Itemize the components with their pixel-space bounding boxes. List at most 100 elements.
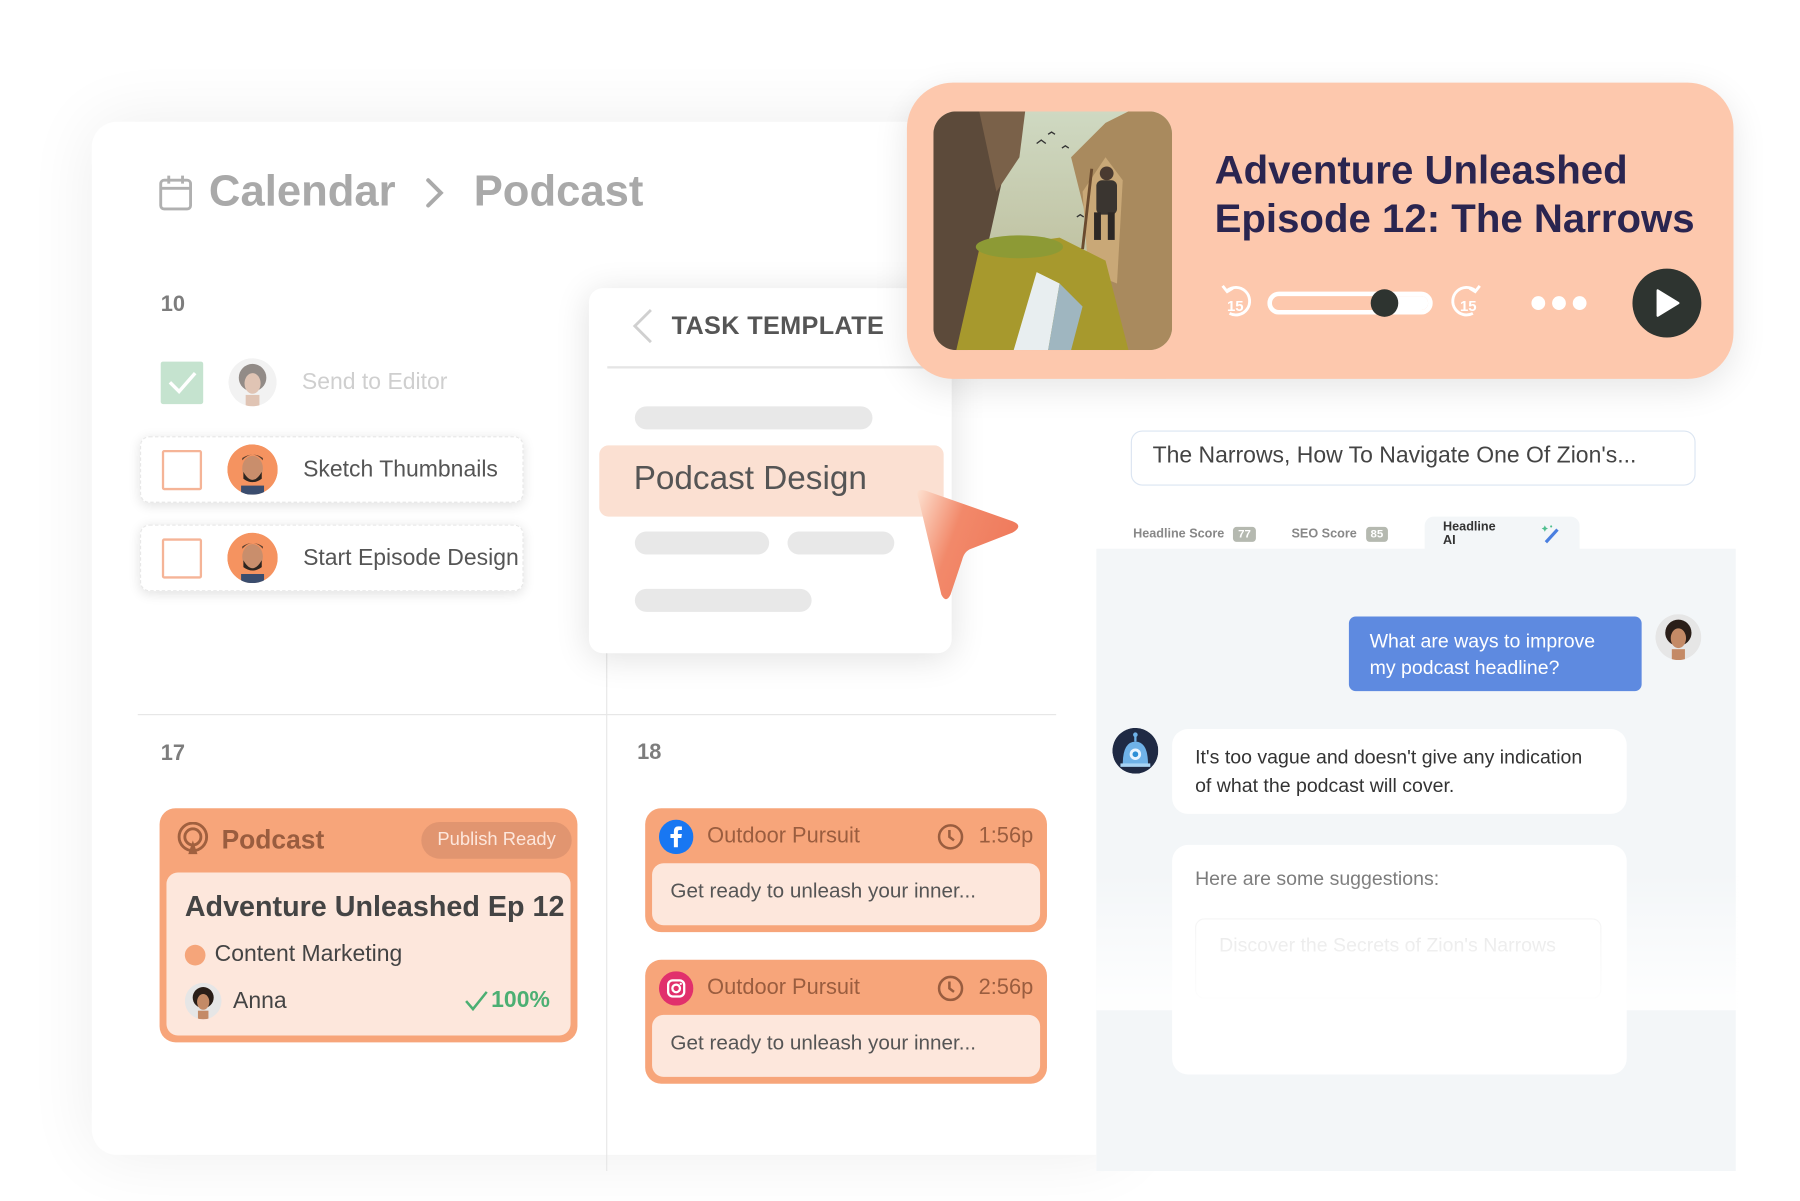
chat-area: What are ways to improve my podcast head… — [1096, 548, 1736, 1171]
task-template-title: TASK TEMPLATE — [671, 311, 885, 340]
template-item-selected[interactable]: Podcast Design — [599, 445, 944, 517]
task-label: Send to Editor — [301, 369, 448, 395]
event-title: Adventure Unleashed Ep 12 — [184, 890, 565, 923]
task-sketch-thumbnails[interactable]: Sketch Thumbnails — [140, 436, 524, 503]
more-dots-icon[interactable] — [1531, 296, 1587, 310]
checkbox-checked[interactable] — [160, 361, 204, 404]
social-post-card[interactable]: Outdoor Pursuit 2:56p Get ready to unlea… — [645, 959, 1047, 1084]
day-number-17: 17 — [160, 741, 185, 766]
event-category: Podcast — [221, 823, 325, 854]
episode-title: Adventure Unleashed Episode 12: The Narr… — [1215, 147, 1695, 243]
task-label: Start Episode Design — [303, 544, 519, 570]
avatar-man — [227, 532, 278, 584]
forward-15-button[interactable]: 15 — [1446, 281, 1485, 325]
tag-color-dot — [184, 944, 206, 965]
chevron-right-icon — [425, 177, 444, 207]
suggestion-item[interactable]: Discover the Secrets of Zion's Narrows — [1195, 918, 1602, 999]
avatar-anna — [184, 982, 222, 1020]
breadcrumb-podcast[interactable]: Podcast — [474, 168, 644, 217]
score-badge: 77 — [1233, 526, 1256, 542]
rewind-icon: 15 — [1221, 284, 1251, 317]
episode-title-line2: Episode 12: The Narrows — [1214, 196, 1695, 242]
tab-headline-ai[interactable]: Headline AI — [1424, 516, 1580, 552]
clock-icon — [938, 824, 964, 850]
task-template-panel: TASK TEMPLATE Podcast Design — [588, 288, 952, 654]
event-body: Adventure Unleashed Ep 12 Content Market… — [166, 872, 571, 1036]
progress-slider[interactable] — [1267, 289, 1433, 317]
calendar-grid-divider — [137, 714, 1057, 716]
facebook-icon — [658, 819, 694, 855]
svg-text:15: 15 — [1460, 298, 1477, 315]
checkmark-icon — [464, 990, 488, 1011]
instagram-icon — [658, 971, 694, 1006]
day-number-18: 18 — [637, 740, 662, 765]
avatar-user — [1655, 614, 1702, 661]
event-tag: Content Marketing — [184, 941, 403, 967]
player-controls: 15 15 — [1217, 268, 1702, 338]
checkbox[interactable] — [161, 449, 203, 490]
tag-label: Content Marketing — [214, 941, 403, 967]
bot-avatar-icon — [1112, 727, 1159, 774]
chat-bot-message: It's too vague and doesn't give any indi… — [1172, 728, 1627, 814]
tab-label: Headline AI — [1443, 520, 1496, 548]
task-start-episode-design[interactable]: Start Episode Design — [140, 524, 524, 592]
post-account: Outdoor Pursuit — [707, 824, 860, 849]
suggestions-label: Here are some suggestions: — [1195, 867, 1440, 890]
score-badge: 85 — [1365, 526, 1388, 542]
template-item-label: Podcast Design — [633, 460, 867, 498]
breadcrumb: Calendar Podcast — [158, 168, 643, 217]
play-button[interactable] — [1632, 268, 1702, 338]
stage: Calendar Podcast 10 Send to Editor Sketc… — [0, 0, 1800, 1201]
play-icon — [1656, 289, 1680, 317]
svg-text:15: 15 — [1227, 298, 1244, 315]
avatar-woman — [228, 358, 277, 407]
status-badge: Publish Ready — [421, 821, 572, 859]
headline-input[interactable]: The Narrows, How To Navigate One Of Zion… — [1130, 430, 1696, 486]
post-time: 1:56p — [978, 824, 1034, 849]
chat-user-message: What are ways to improve my podcast head… — [1348, 616, 1642, 692]
headline-ai-panel: The Narrows, How To Navigate One Of Zion… — [1096, 378, 1736, 1171]
completion-percent: 100% — [491, 987, 550, 1013]
avatar-man — [227, 444, 278, 495]
episode-title-line1: Adventure Unleashed — [1214, 148, 1628, 193]
task-send-to-editor[interactable]: Send to Editor — [160, 358, 448, 407]
post-text: Get ready to unleash your inner... — [652, 863, 1041, 926]
event-assignee: Anna — [184, 982, 287, 1020]
podcast-icon — [177, 821, 209, 855]
progress-knob[interactable] — [1370, 289, 1399, 317]
social-post-card[interactable]: Outdoor Pursuit 1:56p Get ready to unlea… — [645, 808, 1047, 933]
day-number-10: 10 — [160, 292, 185, 317]
post-header: Outdoor Pursuit 2:56p — [658, 971, 1034, 1006]
post-header: Outdoor Pursuit 1:56p — [658, 819, 1034, 855]
checkmark-icon — [168, 371, 196, 394]
tab-label: SEO Score — [1291, 526, 1357, 541]
divider — [607, 366, 952, 369]
task-label: Sketch Thumbnails — [303, 456, 498, 482]
calendar-grid-divider — [606, 642, 608, 1171]
forward-icon: 15 — [1451, 284, 1481, 317]
assignee-name: Anna — [233, 987, 287, 1014]
completion-status: 100% — [464, 987, 550, 1013]
podcast-event-card[interactable]: Podcast Publish Ready Adventure Unleashe… — [159, 808, 578, 1043]
event-header: Podcast — [176, 821, 325, 856]
post-text: Get ready to unleash your inner... — [652, 1014, 1041, 1077]
tab-label: Headline Score — [1133, 526, 1225, 541]
placeholder-line — [634, 588, 812, 612]
clock-icon — [938, 975, 964, 1002]
placeholder-line — [634, 406, 873, 430]
tab-seo-score[interactable]: SEO Score 85 — [1292, 517, 1388, 551]
post-time: 2:56p — [978, 975, 1034, 1000]
rewind-15-button[interactable]: 15 — [1217, 281, 1256, 325]
calendar-icon — [159, 175, 193, 210]
magic-wand-icon — [1541, 525, 1559, 544]
podcast-player: Adventure Unleashed Episode 12: The Narr… — [906, 82, 1734, 379]
tab-headline-score[interactable]: Headline Score 77 — [1133, 517, 1256, 551]
placeholder-line — [787, 531, 895, 555]
post-account: Outdoor Pursuit — [707, 975, 860, 1000]
checkbox[interactable] — [161, 537, 203, 579]
chat-suggestions: Here are some suggestions: Discover the … — [1172, 844, 1627, 1075]
breadcrumb-calendar[interactable]: Calendar — [209, 168, 396, 217]
headline-tabs: Headline Score 77 SEO Score 85 Headline … — [1096, 516, 1735, 552]
chevron-left-icon[interactable] — [630, 307, 655, 356]
cursor-pointer-icon — [917, 490, 1019, 600]
